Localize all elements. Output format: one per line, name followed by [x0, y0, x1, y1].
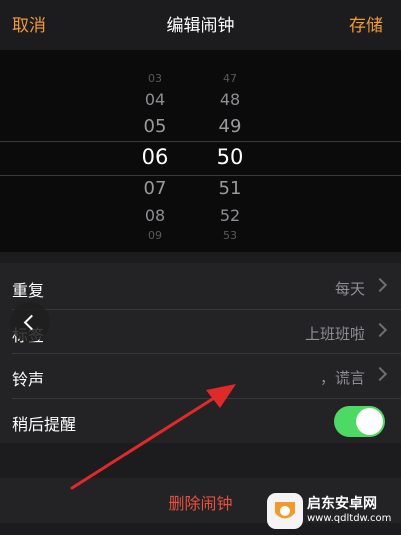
watermark-url: www.qdltdw.com: [307, 513, 392, 524]
watermark: 启东安卓网 www.qdltdw.com: [267, 491, 395, 531]
watermark-title: 启东安卓网: [307, 496, 377, 512]
annotation-arrow-icon: [70, 384, 236, 490]
watermark-logo-icon: [267, 493, 303, 529]
